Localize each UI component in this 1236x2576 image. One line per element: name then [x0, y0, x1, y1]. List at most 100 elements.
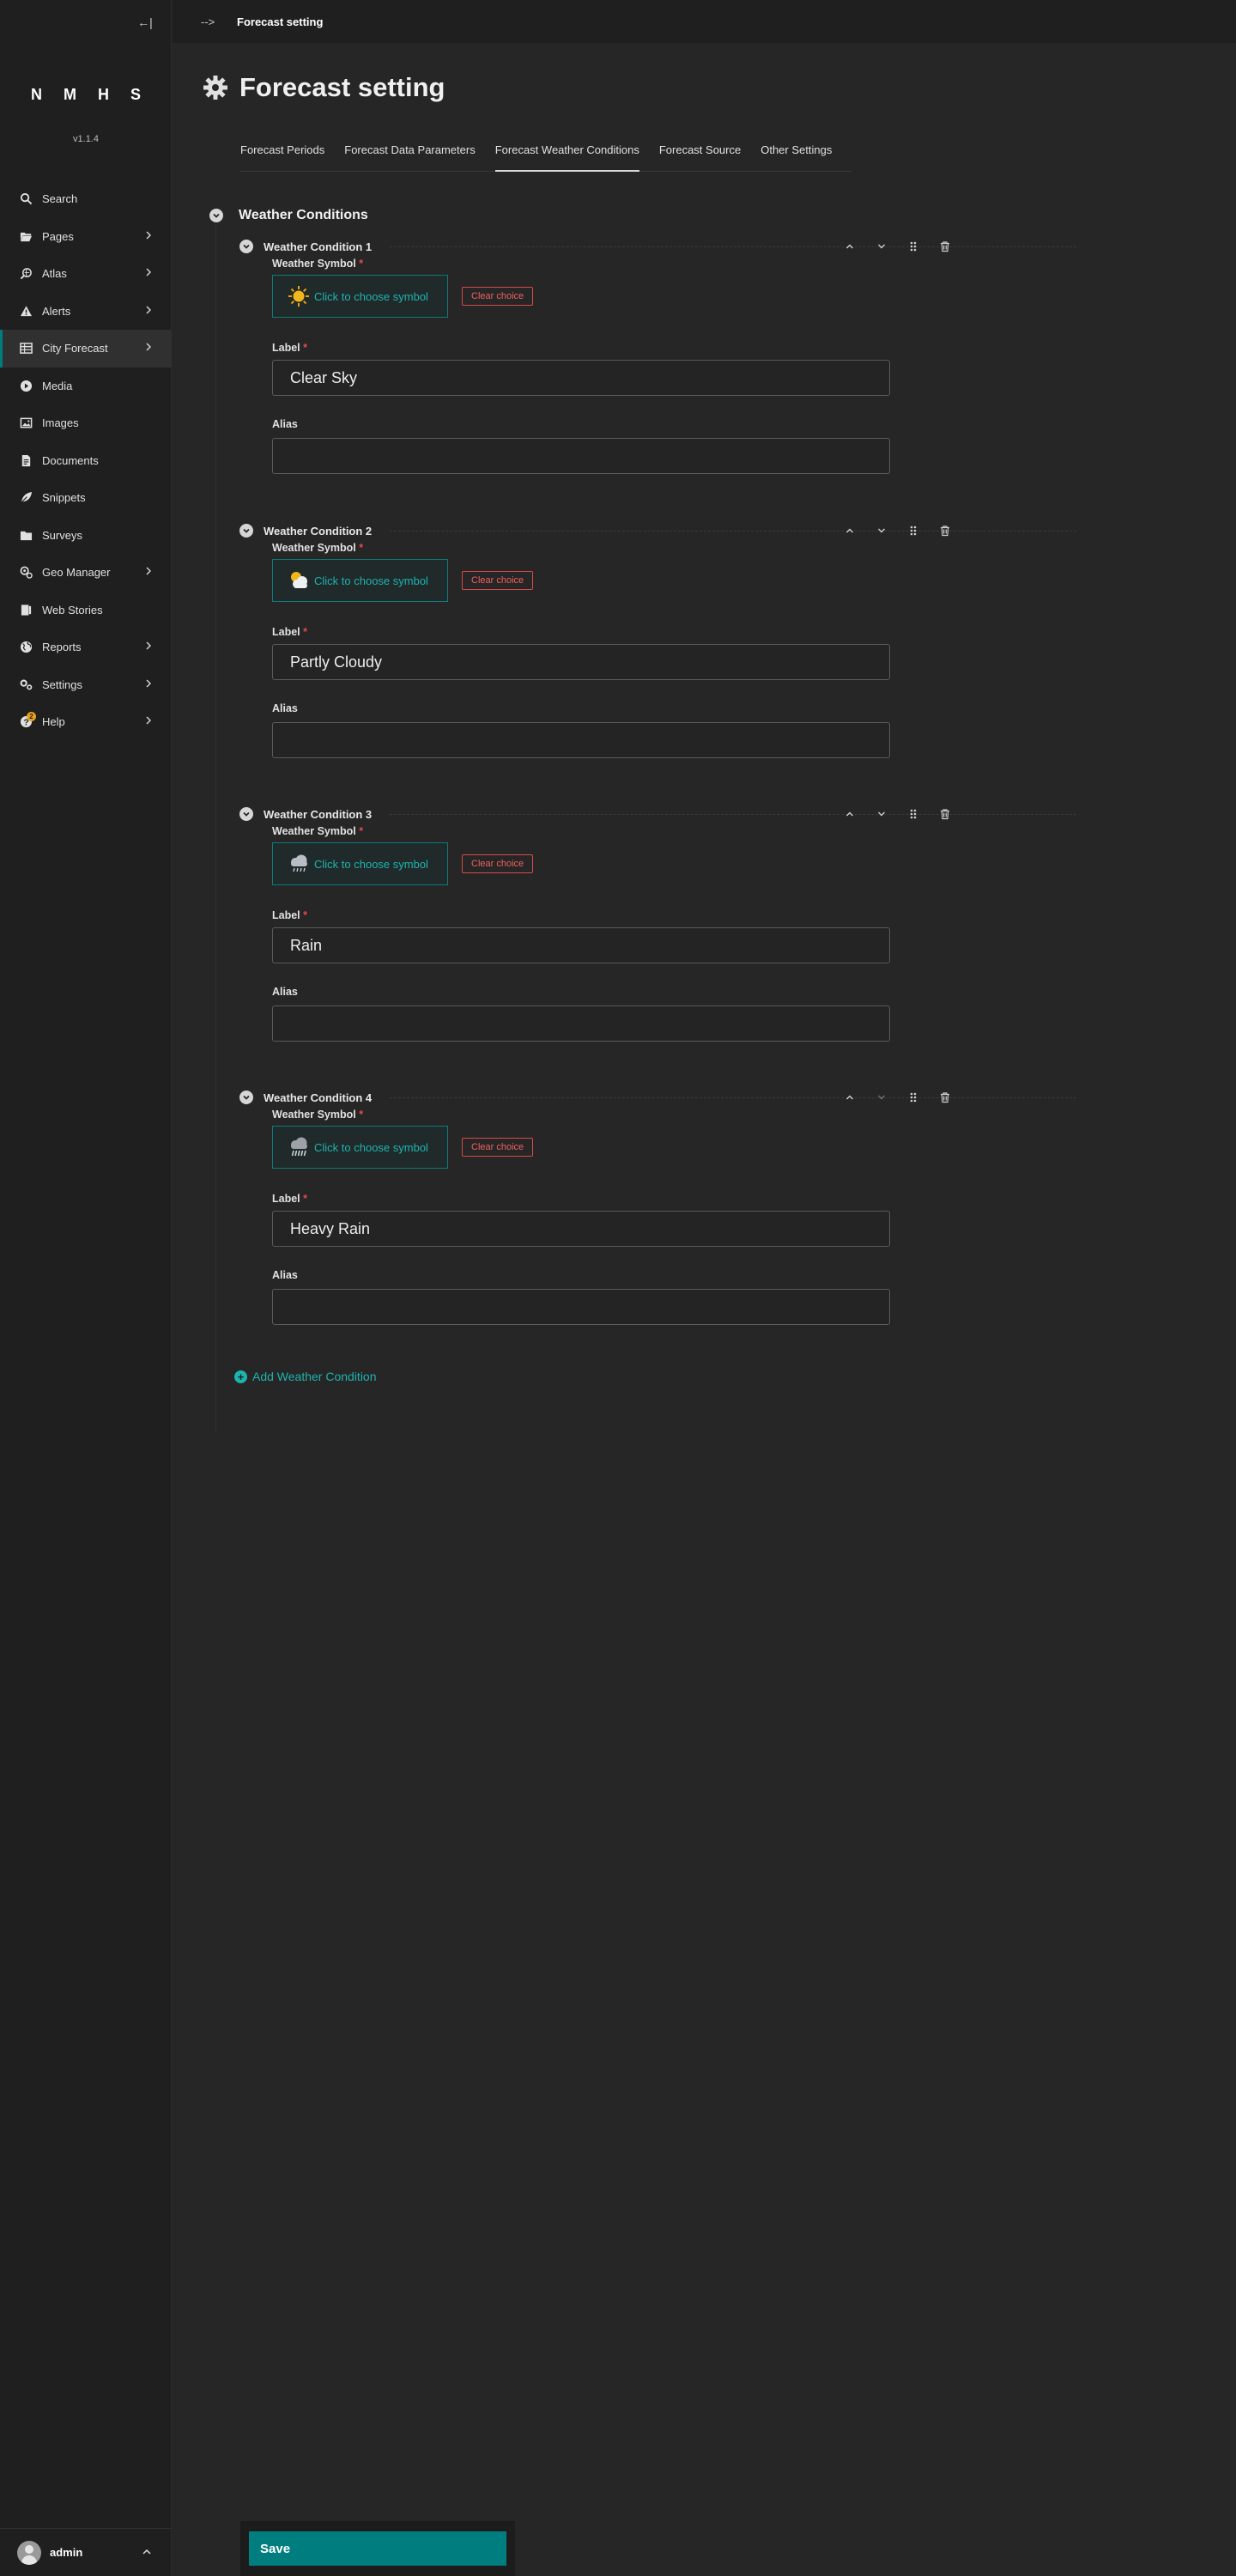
condition-collapse-icon[interactable]: [239, 807, 253, 821]
sidebar-item-atlas[interactable]: Atlas: [0, 255, 172, 293]
sidebar-expand-button[interactable]: -->: [201, 15, 227, 28]
cogs-icon: [18, 677, 33, 692]
folder-icon: [18, 527, 33, 543]
clear-choice-button[interactable]: Clear choice: [462, 571, 534, 590]
alias-field-label: Alias: [272, 1269, 298, 1281]
sidebar-item-documents[interactable]: Documents: [0, 442, 172, 480]
sidebar-item-help[interactable]: ? 2 Help: [0, 703, 172, 741]
rain-cloud-icon: [291, 854, 307, 872]
label-input[interactable]: Heavy Rain: [272, 1211, 890, 1247]
sidebar-item-snippets[interactable]: Snippets: [0, 479, 172, 517]
clear-choice-button[interactable]: Clear choice: [462, 854, 534, 873]
condition-divider: [390, 814, 1076, 815]
alias-input[interactable]: [272, 722, 890, 758]
condition-title: Weather Condition 1: [264, 240, 373, 253]
sidebar-item-label: Geo Manager: [42, 566, 111, 580]
sidebar-item-surveys[interactable]: Surveys: [0, 517, 172, 555]
weather-symbol-label: Weather Symbol *: [272, 258, 364, 270]
tab-forecast-periods[interactable]: Forecast Periods: [240, 141, 324, 171]
condition-divider: [390, 246, 1076, 247]
sidebar-item-label: Pages: [42, 229, 74, 243]
alias-input[interactable]: [272, 438, 890, 474]
move-down-icon[interactable]: [876, 238, 907, 255]
condition-title: Weather Condition 3: [264, 807, 373, 821]
folder-open-icon: [18, 228, 33, 244]
sidebar-item-geo-manager[interactable]: Geo Manager: [0, 554, 172, 592]
clear-choice-button[interactable]: Clear choice: [462, 1138, 534, 1157]
delete-icon[interactable]: [939, 805, 971, 823]
sidebar-collapse-button[interactable]: ←|: [135, 14, 155, 31]
delete-icon[interactable]: [939, 1089, 971, 1106]
choose-symbol-button[interactable]: Click to choose symbol: [272, 842, 448, 885]
move-down-icon[interactable]: [876, 1089, 907, 1106]
logo[interactable]: N M H S: [0, 86, 172, 104]
alias-input[interactable]: [272, 1289, 890, 1325]
drag-handle-icon[interactable]: [907, 1089, 939, 1106]
condition-collapse-icon[interactable]: [239, 240, 253, 253]
avatar: [17, 2540, 41, 2565]
sidebar-item-pages[interactable]: Pages: [0, 218, 172, 256]
sidebar: ←| N M H S v1.1.4 Search Pages Atlas Ale…: [0, 0, 172, 2576]
condition-collapse-icon[interactable]: [239, 524, 253, 538]
sidebar-item-media[interactable]: Media: [0, 368, 172, 405]
move-up-icon[interactable]: [844, 805, 876, 823]
label-input[interactable]: Partly Cloudy: [272, 644, 890, 680]
sun-icon: [288, 286, 309, 307]
label-input[interactable]: Rain: [272, 927, 890, 963]
breadcrumb[interactable]: Forecast setting: [237, 15, 323, 28]
add-weather-condition-button[interactable]: + Add Weather Condition: [234, 1370, 377, 1383]
sidebar-item-label: Surveys: [42, 528, 82, 542]
chevron-right-icon: [146, 567, 152, 575]
sidebar-item-label: Snippets: [42, 491, 86, 505]
tab-other-settings[interactable]: Other Settings: [760, 141, 832, 171]
choose-symbol-button[interactable]: Click to choose symbol: [272, 559, 448, 602]
clear-choice-button[interactable]: Clear choice: [462, 287, 534, 306]
move-down-icon[interactable]: [876, 522, 907, 539]
condition-divider: [390, 1097, 1076, 1098]
sidebar-item-label: Alerts: [42, 304, 71, 318]
page-title: Forecast setting: [239, 72, 445, 102]
alias-field-label: Alias: [272, 702, 298, 714]
move-up-icon[interactable]: [844, 522, 876, 539]
drag-handle-icon[interactable]: [907, 238, 939, 255]
tab-forecast-weather-conditions[interactable]: Forecast Weather Conditions: [494, 141, 639, 172]
alias-input[interactable]: [272, 1005, 890, 1042]
chevron-right-icon: [146, 716, 152, 725]
label-field-label: Label *: [272, 909, 308, 921]
weather-symbol-label: Weather Symbol *: [272, 825, 364, 837]
gear-icon: [203, 76, 227, 100]
map-settings-icon: [18, 565, 33, 580]
sidebar-item-settings[interactable]: Settings: [0, 666, 172, 704]
move-down-icon[interactable]: [876, 805, 907, 823]
save-button[interactable]: Save: [249, 2531, 506, 2566]
account-menu[interactable]: admin: [0, 2528, 172, 2576]
sidebar-item-label: Help: [42, 715, 65, 729]
section-collapse-icon[interactable]: [209, 209, 223, 222]
move-up-icon[interactable]: [844, 1089, 876, 1106]
globe-icon: [18, 640, 33, 655]
add-weather-condition-label: Add Weather Condition: [252, 1370, 377, 1383]
alias-field-label: Alias: [272, 418, 298, 430]
delete-icon[interactable]: [939, 522, 971, 539]
delete-icon[interactable]: [939, 238, 971, 255]
sidebar-item-city-forecast[interactable]: City Forecast: [0, 330, 172, 368]
drag-handle-icon[interactable]: [907, 805, 939, 823]
choose-symbol-button[interactable]: Click to choose symbol: [272, 1126, 448, 1169]
sidebar-nav: Search Pages Atlas Alerts City Forecast …: [0, 180, 172, 741]
sidebar-item-images[interactable]: Images: [0, 404, 172, 442]
drag-handle-icon[interactable]: [907, 522, 939, 539]
sidebar-item-web-stories[interactable]: Web Stories: [0, 592, 172, 629]
choose-symbol-button[interactable]: Click to choose symbol: [272, 275, 448, 318]
heavy-rain-icon: [291, 1137, 307, 1157]
move-up-icon[interactable]: [844, 238, 876, 255]
tab-forecast-data-parameters[interactable]: Forecast Data Parameters: [344, 141, 475, 171]
sidebar-item-search[interactable]: Search: [0, 180, 172, 218]
tab-forecast-source[interactable]: Forecast Source: [659, 141, 741, 171]
choose-symbol-label: Click to choose symbol: [314, 1140, 428, 1154]
partly-cloudy-icon: [291, 572, 307, 588]
sidebar-item-reports[interactable]: Reports: [0, 629, 172, 666]
chevron-up-icon: [142, 2549, 151, 2555]
label-input[interactable]: Clear Sky: [272, 360, 890, 396]
condition-collapse-icon[interactable]: [239, 1091, 253, 1104]
sidebar-item-alerts[interactable]: Alerts: [0, 293, 172, 331]
